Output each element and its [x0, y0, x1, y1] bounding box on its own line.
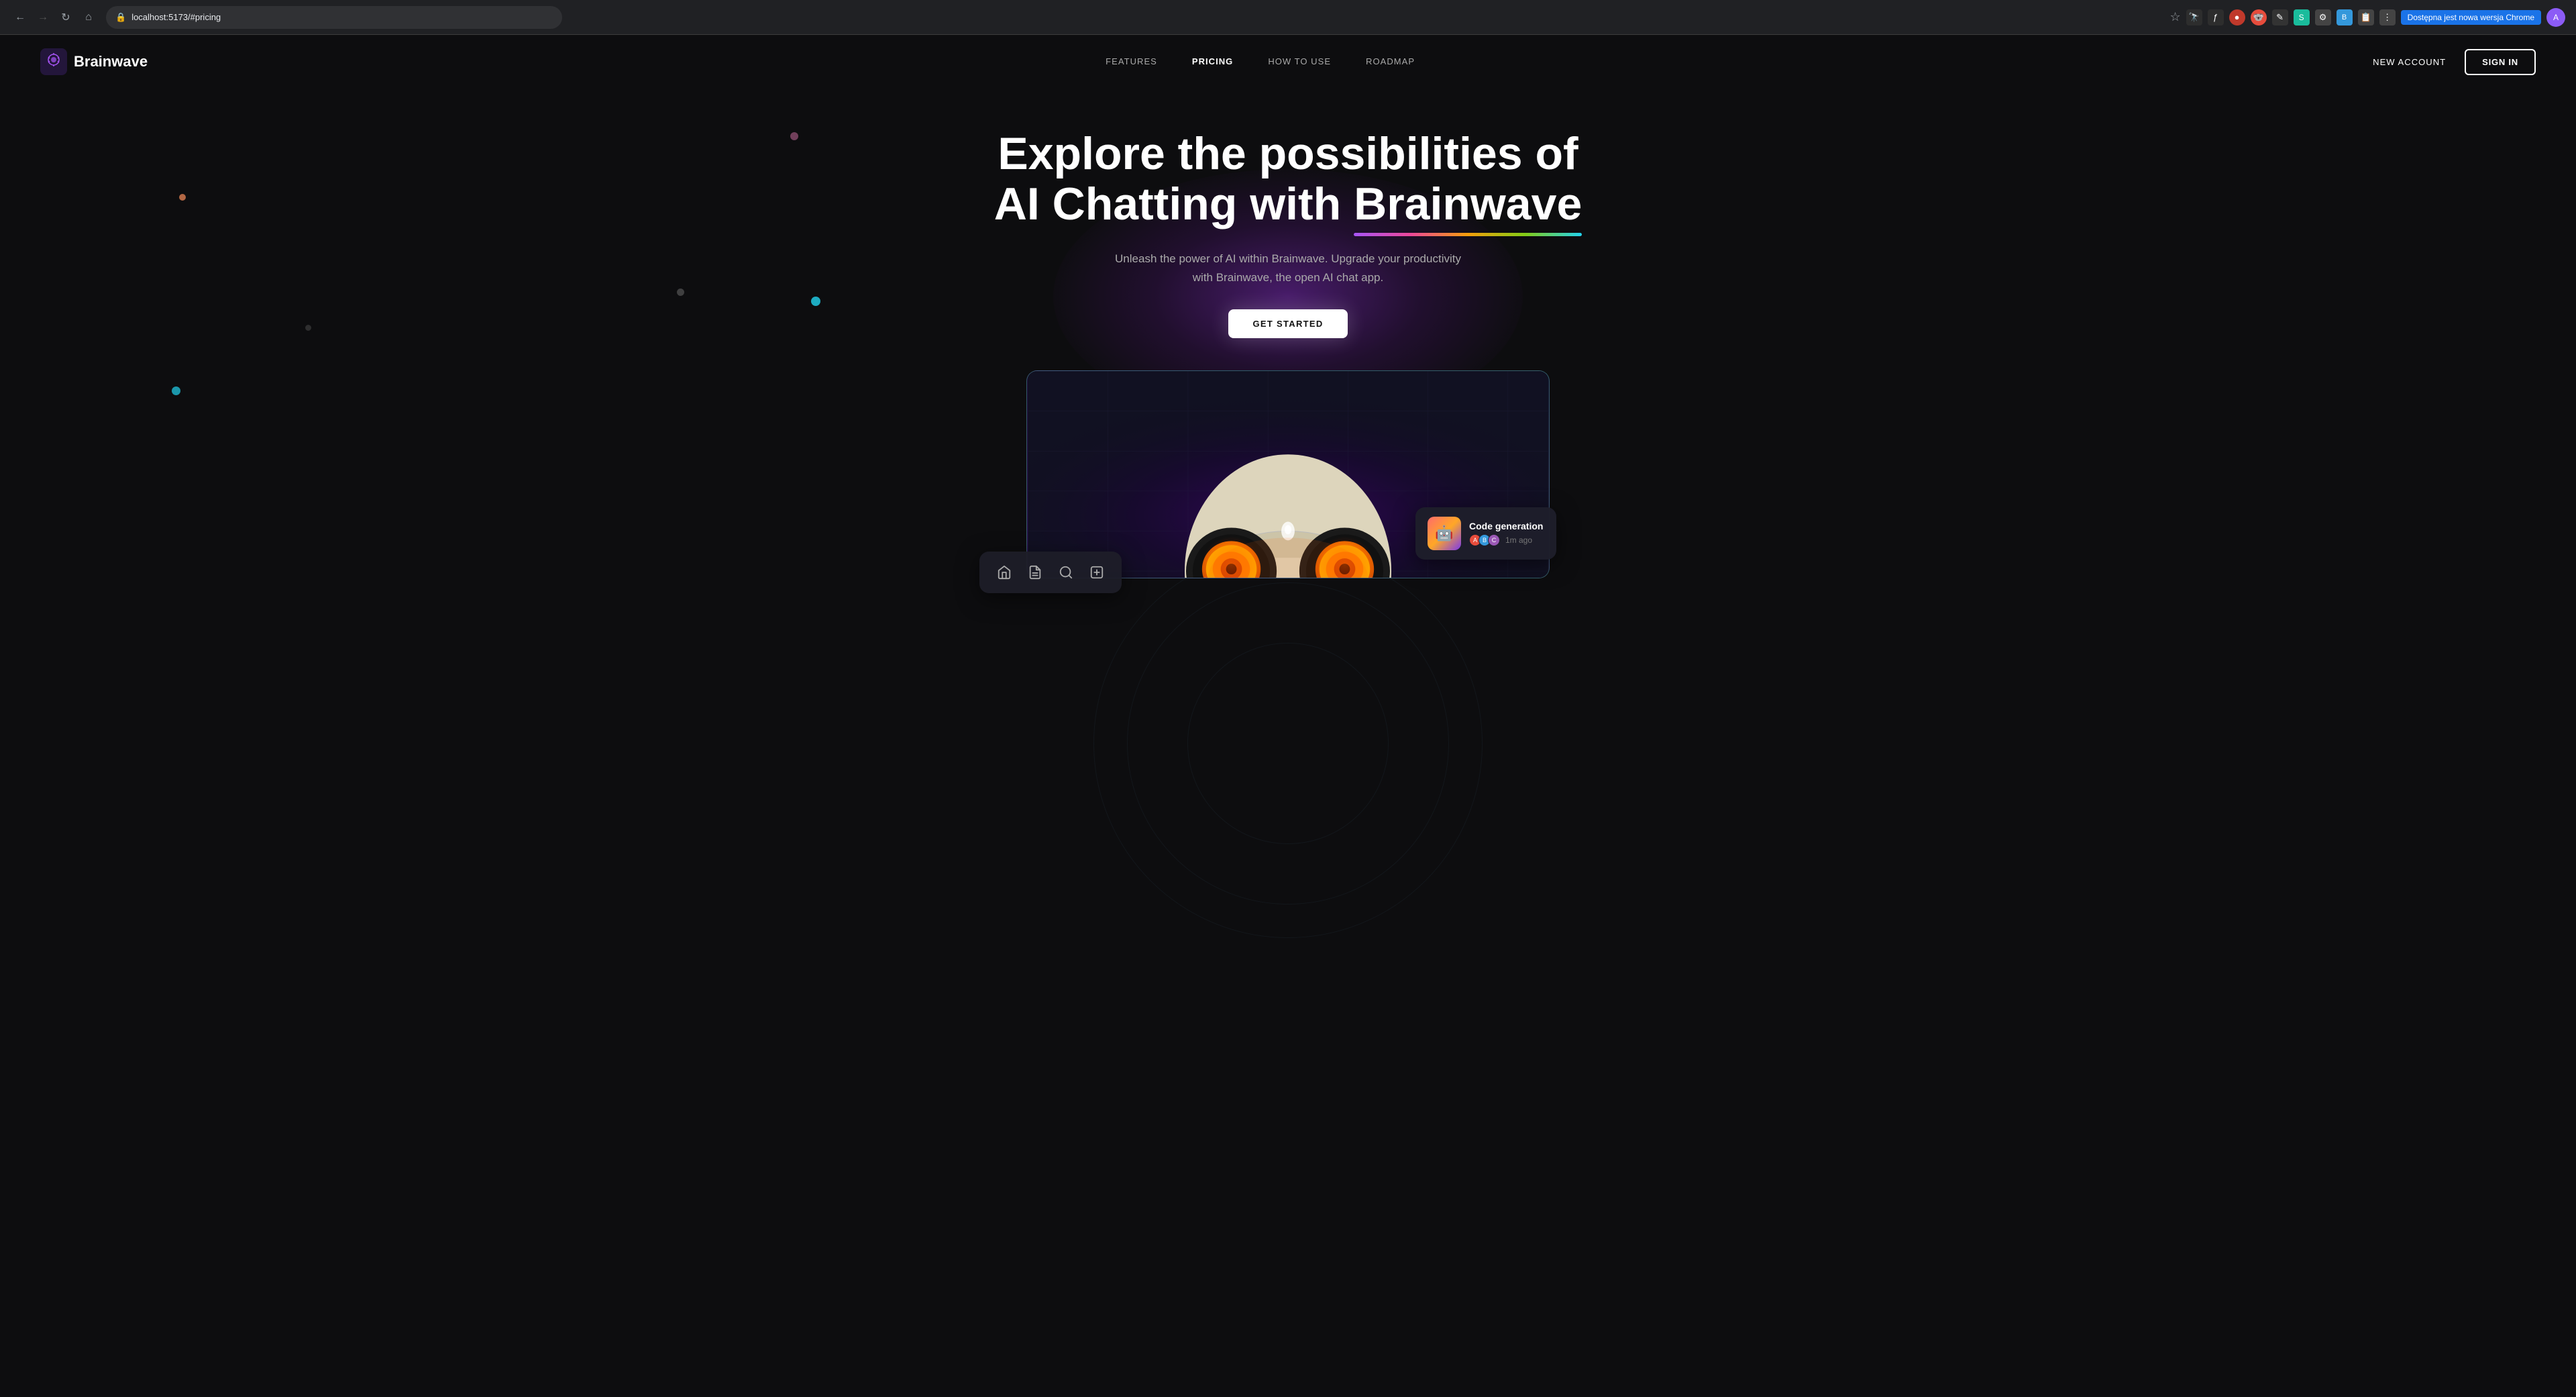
url-text: localhost:5173/#pricing	[131, 12, 221, 22]
extension-7[interactable]: ⚙	[2315, 9, 2331, 25]
reload-button[interactable]: ↻	[56, 8, 75, 27]
lock-icon: 🔒	[115, 12, 126, 23]
hero-title: Explore the possibilities of AI Chatting…	[13, 129, 2563, 229]
nav-pricing[interactable]: PRICING	[1192, 56, 1233, 66]
browser-nav-buttons: ← → ↻ ⌂	[11, 8, 98, 27]
nav-how-to-use[interactable]: HOW TO USE	[1268, 56, 1331, 66]
back-button[interactable]: ←	[11, 8, 30, 27]
hero-subtitle: Unleash the power of AI within Brainwave…	[1114, 250, 1462, 289]
extension-2[interactable]: ƒ	[2208, 9, 2224, 25]
code-gen-thumbnail: 🤖	[1428, 517, 1461, 550]
extension-3[interactable]: ●	[2229, 9, 2245, 25]
code-gen-time: 1m ago	[1505, 535, 1532, 545]
toolbar-search-icon[interactable]	[1053, 560, 1079, 585]
orbit-ring-2	[1127, 582, 1449, 904]
sign-in-button[interactable]: SIGN IN	[2465, 49, 2536, 75]
new-account-button[interactable]: NEW ACCOUNT	[2373, 57, 2446, 67]
mini-avatar-3: C	[1488, 534, 1500, 546]
hero-title-line2: AI Chatting with	[994, 178, 1354, 229]
avatar-group: A B C	[1469, 534, 1497, 546]
robot-container: 🤖 Code generation A B C 1m ago	[1026, 370, 1550, 578]
logo-text: Brainwave	[74, 53, 148, 70]
chrome-update-button[interactable]: Dostępna jest nowa wersja Chrome	[2401, 10, 2541, 25]
extension-4[interactable]: 🐨	[2251, 9, 2267, 25]
profile-avatar[interactable]: A	[2546, 8, 2565, 27]
extension-6[interactable]: S	[2294, 9, 2310, 25]
code-gen-meta: A B C 1m ago	[1469, 534, 1543, 546]
logo[interactable]: Brainwave	[40, 48, 148, 75]
main-page: Brainwave FEATURES PRICING HOW TO USE RO…	[0, 35, 2576, 1397]
orbit-decoration	[1087, 542, 1489, 945]
extension-8[interactable]: B	[2337, 9, 2353, 25]
orbit-ring-3	[1093, 549, 1483, 938]
address-bar[interactable]: 🔒 localhost:5173/#pricing	[106, 6, 562, 29]
orbit-ring-1	[1187, 643, 1389, 844]
hero-title-line1: Explore the possibilities of	[998, 128, 1578, 179]
hero-section: Explore the possibilities of AI Chatting…	[0, 89, 2576, 578]
browser-extensions: ☆ 🔭 ƒ ● 🐨 ✎ S ⚙ B 📋 ⋮ Dostępna jest nowa…	[2169, 8, 2565, 27]
nav-features[interactable]: FEATURES	[1106, 56, 1157, 66]
navbar: Brainwave FEATURES PRICING HOW TO USE RO…	[0, 35, 2576, 89]
toolbar-add-icon[interactable]	[1084, 560, 1110, 585]
browser-chrome: ← → ↻ ⌂ 🔒 localhost:5173/#pricing ☆ 🔭 ƒ …	[0, 0, 2576, 35]
toolbar-document-icon[interactable]	[1022, 560, 1048, 585]
nav-links: FEATURES PRICING HOW TO USE ROADMAP	[1106, 56, 1415, 68]
extension-9[interactable]: 📋	[2358, 9, 2374, 25]
forward-button[interactable]: →	[34, 8, 52, 27]
code-gen-info: Code generation A B C 1m ago	[1469, 521, 1543, 546]
logo-icon	[40, 48, 67, 75]
floating-toolbar	[979, 552, 1122, 593]
code-gen-title: Code generation	[1469, 521, 1543, 531]
bookmark-star-icon[interactable]: ☆	[2169, 10, 2180, 24]
hero-brand: Brainwave	[1354, 179, 1582, 229]
nav-actions: NEW ACCOUNT SIGN IN	[2373, 49, 2536, 75]
extension-10[interactable]: ⋮	[2379, 9, 2396, 25]
nav-roadmap[interactable]: ROADMAP	[1366, 56, 1415, 66]
home-button[interactable]: ⌂	[79, 8, 98, 27]
extension-1[interactable]: 🔭	[2186, 9, 2202, 25]
get-started-button[interactable]: GET STARTED	[1228, 309, 1347, 338]
toolbar-home-icon[interactable]	[991, 560, 1017, 585]
extension-5[interactable]: ✎	[2272, 9, 2288, 25]
code-gen-card: 🤖 Code generation A B C 1m ago	[1415, 507, 1556, 560]
